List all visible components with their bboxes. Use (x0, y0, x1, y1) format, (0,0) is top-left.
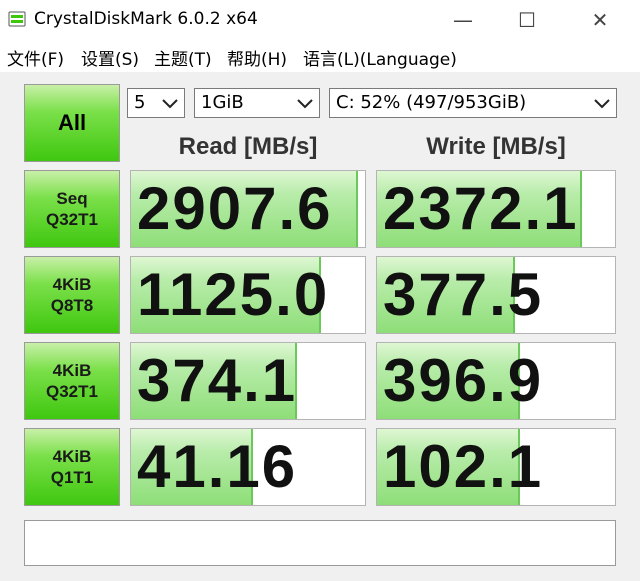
menu-language[interactable]: 语言(L)(Language) (303, 45, 457, 70)
read-result-cell: 41.16 (130, 428, 366, 506)
chevron-down-icon (162, 99, 178, 109)
chevron-down-icon (594, 99, 610, 109)
test-size-select[interactable]: 1GiB (194, 88, 320, 118)
read-result-value: 41.16 (137, 433, 298, 500)
write-result-cell: 2372.1 (376, 170, 616, 248)
test-button-seq-q32t1[interactable]: Seq Q32T1 (24, 170, 120, 248)
read-result-value: 2907.6 (137, 175, 333, 242)
menu-file[interactable]: 文件(F) (7, 45, 64, 70)
test-label-line1: Seq (56, 189, 88, 208)
test-button-4kib-q32t1[interactable]: 4KiB Q32T1 (24, 342, 120, 420)
menu-settings[interactable]: 设置(S) (81, 45, 139, 70)
menu-bar: 文件(F) 设置(S) 主题(T) 帮助(H) 语言(L)(Language) (0, 40, 640, 72)
read-result-value: 374.1 (137, 347, 298, 414)
read-result-cell: 2907.6 (130, 170, 366, 248)
minimize-button[interactable]: — (438, 0, 488, 40)
read-result-cell: 1125.0 (130, 256, 366, 334)
test-label-line2: Q1T1 (50, 468, 94, 487)
menu-theme[interactable]: 主题(T) (154, 45, 212, 70)
write-result-cell: 377.5 (376, 256, 616, 334)
test-count-value: 5 (134, 92, 146, 113)
test-label-line2: Q8T8 (50, 296, 94, 315)
write-header: Write [MB/s] (426, 133, 566, 160)
test-label-line1: 4KiB (52, 275, 92, 294)
test-label-line2: Q32T1 (46, 382, 98, 401)
drive-select[interactable]: C: 52% (497/953GiB) (329, 88, 617, 118)
chevron-down-icon (297, 99, 313, 109)
write-result-value: 102.1 (383, 433, 544, 500)
read-header: Read [MB/s] (178, 133, 318, 160)
drive-value: C: 52% (497/953GiB) (336, 92, 527, 113)
title-bar: CrystalDiskMark 6.0.2 x64 — ☐ ✕ (0, 0, 640, 40)
read-result-cell: 374.1 (130, 342, 366, 420)
write-result-cell: 396.9 (376, 342, 616, 420)
read-result-value: 1125.0 (137, 261, 330, 328)
test-button-4kib-q8t8[interactable]: 4KiB Q8T8 (24, 256, 120, 334)
crystaldiskmark-icon (8, 11, 26, 27)
test-size-value: 1GiB (201, 92, 244, 113)
write-result-cell: 102.1 (376, 428, 616, 506)
close-button[interactable]: ✕ (575, 0, 625, 40)
test-count-select[interactable]: 5 (127, 88, 185, 118)
all-button[interactable]: All (24, 84, 120, 162)
write-result-value: 2372.1 (383, 175, 579, 242)
comment-field[interactable] (24, 520, 616, 566)
test-label-line1: 4KiB (52, 447, 92, 466)
write-result-value: 377.5 (383, 261, 544, 328)
test-label-line2: Q32T1 (46, 210, 98, 229)
menu-help[interactable]: 帮助(H) (227, 45, 287, 70)
test-button-4kib-q1t1[interactable]: 4KiB Q1T1 (24, 428, 120, 506)
test-label-line1: 4KiB (52, 361, 92, 380)
window-title: CrystalDiskMark 6.0.2 x64 (34, 9, 258, 29)
maximize-button[interactable]: ☐ (502, 0, 552, 40)
write-result-value: 396.9 (383, 347, 544, 414)
